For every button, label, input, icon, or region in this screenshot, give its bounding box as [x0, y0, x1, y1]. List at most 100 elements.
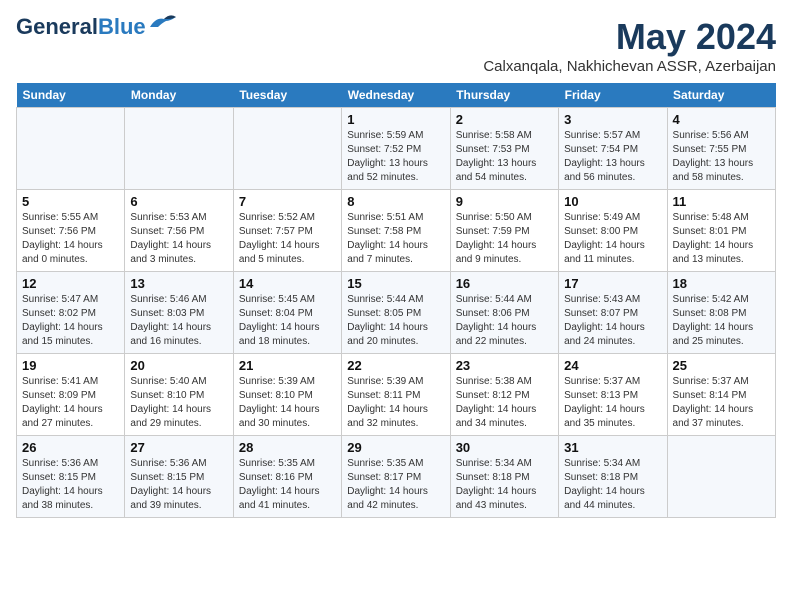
calendar-cell: 23 Sunrise: 5:38 AMSunset: 8:12 PMDayligh… — [450, 354, 558, 436]
logo: GeneralBlue — [16, 16, 178, 38]
calendar-cell: 7Sunrise: 5:52 AMSunset: 7:57 PMDaylight… — [233, 190, 341, 272]
day-number: 7 — [239, 194, 336, 209]
calendar-cell: 10 Sunrise: 5:49 AMSunset: 8:00 PMDayligh… — [559, 190, 667, 272]
day-number: 14 — [239, 276, 336, 291]
cell-info: Sunrise: 5:47 AMSunset: 8:02 PMDaylight:… — [22, 293, 119, 349]
cell-info: Sunrise: 5:45 AMSunset: 8:04 PMDaylight:… — [239, 293, 336, 349]
day-number: 12 — [22, 276, 119, 291]
logo-text: GeneralBlue — [16, 16, 146, 38]
cell-info: Sunrise: 5:40 AMSunset: 8:10 PMDaylight:… — [130, 375, 227, 431]
calendar-cell: 28 Sunrise: 5:35 AMSunset: 8:16 PMDayligh… — [233, 436, 341, 518]
cell-info: Sunrise: 5:34 AMSunset: 8:18 PMDaylight:… — [456, 457, 553, 513]
cell-info: Sunrise: 5:36 AMSunset: 8:15 PMDaylight:… — [22, 457, 119, 513]
cell-info: Sunrise: 5:41 AMSunset: 8:09 PMDaylight:… — [22, 375, 119, 431]
calendar-cell: 13 Sunrise: 5:46 AMSunset: 8:03 PMDayligh… — [125, 272, 233, 354]
calendar-cell: 22Sunrise: 5:39 AMSunset: 8:11 PMDayligh… — [342, 354, 450, 436]
day-number: 31 — [564, 440, 661, 455]
cell-info: Sunrise: 5:57 AMSunset: 7:54 PMDaylight:… — [564, 129, 661, 185]
calendar-cell: 12 Sunrise: 5:47 AMSunset: 8:02 PMDayligh… — [17, 272, 125, 354]
day-number: 16 — [456, 276, 553, 291]
calendar-cell: 29Sunrise: 5:35 AMSunset: 8:17 PMDayligh… — [342, 436, 450, 518]
day-number: 21 — [239, 358, 336, 373]
cell-info: Sunrise: 5:56 AMSunset: 7:55 PMDaylight:… — [673, 129, 770, 185]
day-number: 11 — [673, 194, 770, 209]
week-row-1: 1 Sunrise: 5:59 AMSunset: 7:52 PMDaylight… — [17, 108, 776, 190]
header-row: SundayMondayTuesdayWednesdayThursdayFrid… — [17, 83, 776, 108]
cell-info: Sunrise: 5:58 AMSunset: 7:53 PMDaylight:… — [456, 129, 553, 185]
calendar-cell: 17 Sunrise: 5:43 AMSunset: 8:07 PMDayligh… — [559, 272, 667, 354]
day-number: 28 — [239, 440, 336, 455]
month-title: May 2024 — [483, 16, 776, 58]
col-header-friday: Friday — [559, 83, 667, 108]
cell-info: Sunrise: 5:42 AMSunset: 8:08 PMDaylight:… — [673, 293, 770, 349]
calendar-cell: 1 Sunrise: 5:59 AMSunset: 7:52 PMDaylight… — [342, 108, 450, 190]
cell-info: Sunrise: 5:49 AMSunset: 8:00 PMDaylight:… — [564, 211, 661, 267]
day-number: 17 — [564, 276, 661, 291]
calendar-cell: 5Sunrise: 5:55 AMSunset: 7:56 PMDaylight… — [17, 190, 125, 272]
calendar-cell — [17, 108, 125, 190]
calendar-cell: 11Sunrise: 5:48 AMSunset: 8:01 PMDayligh… — [667, 190, 775, 272]
day-number: 25 — [673, 358, 770, 373]
cell-info: Sunrise: 5:34 AMSunset: 8:18 PMDaylight:… — [564, 457, 661, 513]
calendar-cell: 6 Sunrise: 5:53 AMSunset: 7:56 PMDaylight… — [125, 190, 233, 272]
day-number: 13 — [130, 276, 227, 291]
cell-info: Sunrise: 5:38 AMSunset: 8:12 PMDaylight:… — [456, 375, 553, 431]
day-number: 26 — [22, 440, 119, 455]
col-header-wednesday: Wednesday — [342, 83, 450, 108]
col-header-tuesday: Tuesday — [233, 83, 341, 108]
week-row-4: 19Sunrise: 5:41 AMSunset: 8:09 PMDayligh… — [17, 354, 776, 436]
cell-info: Sunrise: 5:50 AMSunset: 7:59 PMDaylight:… — [456, 211, 553, 267]
calendar-cell — [233, 108, 341, 190]
cell-info: Sunrise: 5:39 AMSunset: 8:11 PMDaylight:… — [347, 375, 444, 431]
cell-info: Sunrise: 5:39 AMSunset: 8:10 PMDaylight:… — [239, 375, 336, 431]
day-number: 1 — [347, 112, 444, 127]
calendar-cell: 2 Sunrise: 5:58 AMSunset: 7:53 PMDaylight… — [450, 108, 558, 190]
day-number: 23 — [456, 358, 553, 373]
calendar-cell: 4 Sunrise: 5:56 AMSunset: 7:55 PMDaylight… — [667, 108, 775, 190]
col-header-saturday: Saturday — [667, 83, 775, 108]
calendar-cell: 21 Sunrise: 5:39 AMSunset: 8:10 PMDayligh… — [233, 354, 341, 436]
calendar-cell: 8 Sunrise: 5:51 AMSunset: 7:58 PMDaylight… — [342, 190, 450, 272]
day-number: 8 — [347, 194, 444, 209]
day-number: 30 — [456, 440, 553, 455]
day-number: 9 — [456, 194, 553, 209]
col-header-thursday: Thursday — [450, 83, 558, 108]
day-number: 6 — [130, 194, 227, 209]
cell-info: Sunrise: 5:46 AMSunset: 8:03 PMDaylight:… — [130, 293, 227, 349]
calendar-cell: 19Sunrise: 5:41 AMSunset: 8:09 PMDayligh… — [17, 354, 125, 436]
logo-bird-icon — [148, 13, 178, 33]
calendar-cell: 30 Sunrise: 5:34 AMSunset: 8:18 PMDayligh… — [450, 436, 558, 518]
location: Calxanqala, Nakhichevan ASSR, Azerbaijan — [483, 58, 776, 75]
title-area: May 2024 Calxanqala, Nakhichevan ASSR, A… — [483, 16, 776, 75]
calendar-cell — [667, 436, 775, 518]
day-number: 2 — [456, 112, 553, 127]
calendar-cell: 18 Sunrise: 5:42 AMSunset: 8:08 PMDayligh… — [667, 272, 775, 354]
cell-info: Sunrise: 5:37 AMSunset: 8:14 PMDaylight:… — [673, 375, 770, 431]
cell-info: Sunrise: 5:53 AMSunset: 7:56 PMDaylight:… — [130, 211, 227, 267]
calendar-cell: 27Sunrise: 5:36 AMSunset: 8:15 PMDayligh… — [125, 436, 233, 518]
cell-info: Sunrise: 5:44 AMSunset: 8:05 PMDaylight:… — [347, 293, 444, 349]
day-number: 20 — [130, 358, 227, 373]
week-row-5: 26 Sunrise: 5:36 AMSunset: 8:15 PMDayligh… — [17, 436, 776, 518]
cell-info: Sunrise: 5:43 AMSunset: 8:07 PMDaylight:… — [564, 293, 661, 349]
col-header-monday: Monday — [125, 83, 233, 108]
cell-info: Sunrise: 5:51 AMSunset: 7:58 PMDaylight:… — [347, 211, 444, 267]
calendar-cell: 24 Sunrise: 5:37 AMSunset: 8:13 PMDayligh… — [559, 354, 667, 436]
week-row-2: 5Sunrise: 5:55 AMSunset: 7:56 PMDaylight… — [17, 190, 776, 272]
day-number: 18 — [673, 276, 770, 291]
calendar-table: SundayMondayTuesdayWednesdayThursdayFrid… — [16, 83, 776, 518]
day-number: 5 — [22, 194, 119, 209]
day-number: 29 — [347, 440, 444, 455]
cell-info: Sunrise: 5:59 AMSunset: 7:52 PMDaylight:… — [347, 129, 444, 185]
day-number: 10 — [564, 194, 661, 209]
calendar-cell: 15Sunrise: 5:44 AMSunset: 8:05 PMDayligh… — [342, 272, 450, 354]
cell-info: Sunrise: 5:35 AMSunset: 8:16 PMDaylight:… — [239, 457, 336, 513]
day-number: 4 — [673, 112, 770, 127]
day-number: 27 — [130, 440, 227, 455]
calendar-cell: 16Sunrise: 5:44 AMSunset: 8:06 PMDayligh… — [450, 272, 558, 354]
cell-info: Sunrise: 5:37 AMSunset: 8:13 PMDaylight:… — [564, 375, 661, 431]
day-number: 24 — [564, 358, 661, 373]
week-row-3: 12 Sunrise: 5:47 AMSunset: 8:02 PMDayligh… — [17, 272, 776, 354]
calendar-cell: 3Sunrise: 5:57 AMSunset: 7:54 PMDaylight… — [559, 108, 667, 190]
calendar-cell: 31 Sunrise: 5:34 AMSunset: 8:18 PMDayligh… — [559, 436, 667, 518]
